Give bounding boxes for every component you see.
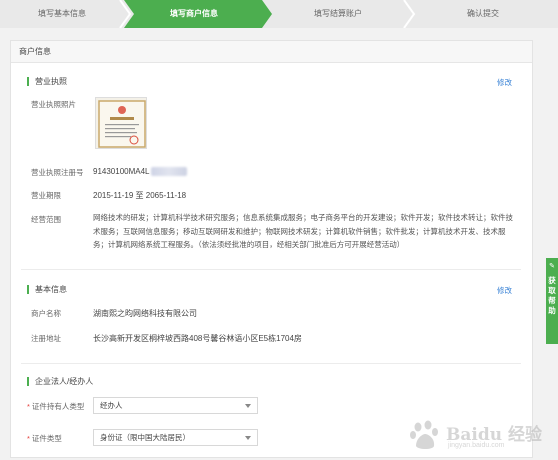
merchant-info-card: 商户信息 营业执照 修改 营业执照照片 营业执照注册号 91430100MA4L… xyxy=(10,40,533,458)
license-photo-label: 营业执照照片 xyxy=(31,100,76,109)
address-label: 注册地址 xyxy=(31,334,61,343)
step-4: 确认提交 xyxy=(467,9,499,18)
divider xyxy=(21,363,521,364)
edit-icon: ✎ xyxy=(549,263,555,270)
required-mark: * xyxy=(27,434,30,443)
step-2-active: 填写商户信息 xyxy=(170,9,218,18)
business-license-section-title: 营业执照 xyxy=(27,77,67,86)
help-side-tab[interactable]: ✎ 获取帮助 xyxy=(546,258,558,344)
required-mark: * xyxy=(27,402,30,411)
step-3: 填写结算账户 xyxy=(314,9,362,18)
business-license-photo[interactable] xyxy=(95,97,147,149)
masked-text xyxy=(150,167,187,177)
scope-value: 网络技术的研发；计算机科学技术研究服务；信息系统集成服务；电子商务平台的开发建设… xyxy=(93,213,513,249)
license-document-icon xyxy=(98,100,146,148)
baidu-paw-icon xyxy=(410,420,438,449)
watermark-url: jingyan.baidu.com xyxy=(448,442,505,449)
reg-no-value: 91430100MA4L xyxy=(93,167,187,177)
help-side-tab-label: 获取帮助 xyxy=(548,276,556,315)
id-type-selected: 身份证（限中国大陆居民） xyxy=(100,433,190,442)
legal-person-section-title: 企业法人/经办人 xyxy=(27,377,93,386)
period-value: 2015-11-19 至 2065-11-18 xyxy=(93,191,187,200)
address-value: 长沙高新开发区桐梓坡西路408号馨谷林语小区E5栋1704房 xyxy=(93,334,302,343)
holder-type-selected: 经办人 xyxy=(100,401,123,410)
scope-label: 经营范围 xyxy=(31,215,61,224)
card-title: 商户信息 xyxy=(11,41,532,63)
edit-basic-info-link[interactable]: 修改 xyxy=(497,285,512,296)
baidu-watermark: Baidu 经验 jingyan.baidu.com xyxy=(408,414,548,456)
edit-business-license-link[interactable]: 修改 xyxy=(497,77,512,88)
step-1: 填写基本信息 xyxy=(38,9,86,18)
merchant-name-value: 湖南熙之昀网络科技有限公司 xyxy=(93,309,197,318)
merchant-name-label: 商户名称 xyxy=(31,309,61,318)
basic-info-section-title: 基本信息 xyxy=(27,285,67,294)
chevron-down-icon xyxy=(245,436,251,440)
period-label: 营业期限 xyxy=(31,191,61,200)
chevron-down-icon xyxy=(245,404,251,408)
reg-no-label: 营业执照注册号 xyxy=(31,168,84,177)
id-type-label: * 证件类型 xyxy=(27,434,62,443)
holder-type-label: * 证件持有人类型 xyxy=(27,402,85,411)
step-progress-bar: 填写基本信息 填写商户信息 填写结算账户 确认提交 xyxy=(0,0,558,28)
divider xyxy=(21,269,521,270)
id-type-select[interactable]: 身份证（限中国大陆居民） xyxy=(93,429,258,446)
holder-type-select[interactable]: 经办人 xyxy=(93,397,258,414)
